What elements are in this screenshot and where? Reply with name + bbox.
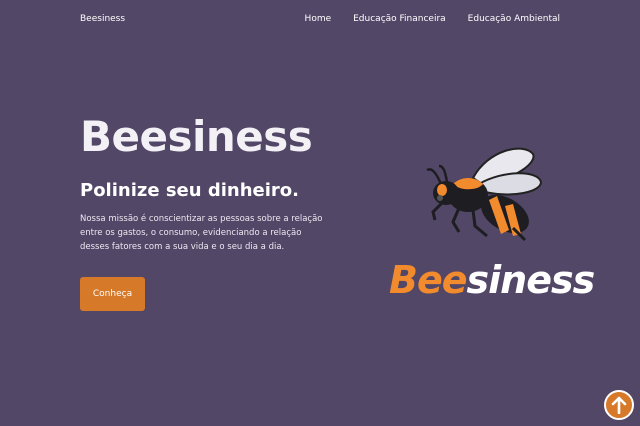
logo-word-bee: Bee xyxy=(389,258,468,302)
nav-link-educacao-ambiental[interactable]: Educação Ambiental xyxy=(468,14,560,24)
nav-link-educacao-financeira[interactable]: Educação Financeira xyxy=(353,14,446,24)
beesiness-logo: Beesiness xyxy=(385,140,595,310)
scroll-to-top-button[interactable] xyxy=(604,390,634,420)
nav-link-home[interactable]: Home xyxy=(305,14,332,24)
hero-title: Beesiness xyxy=(80,112,313,161)
logo-wordmark: Beesiness xyxy=(389,258,596,302)
arrow-up-icon xyxy=(611,396,627,414)
bee-icon xyxy=(426,147,543,242)
nav-brand[interactable]: Beesiness xyxy=(80,14,125,24)
conheca-button[interactable]: Conheça xyxy=(80,277,145,311)
nav-links: Home Educação Financeira Educação Ambien… xyxy=(305,14,560,24)
hero-description: Nossa missão é conscientizar as pessoas … xyxy=(80,214,323,252)
hero-subtitle: Polinize seu dinheiro. xyxy=(80,180,299,201)
logo-word-siness: siness xyxy=(466,258,596,302)
